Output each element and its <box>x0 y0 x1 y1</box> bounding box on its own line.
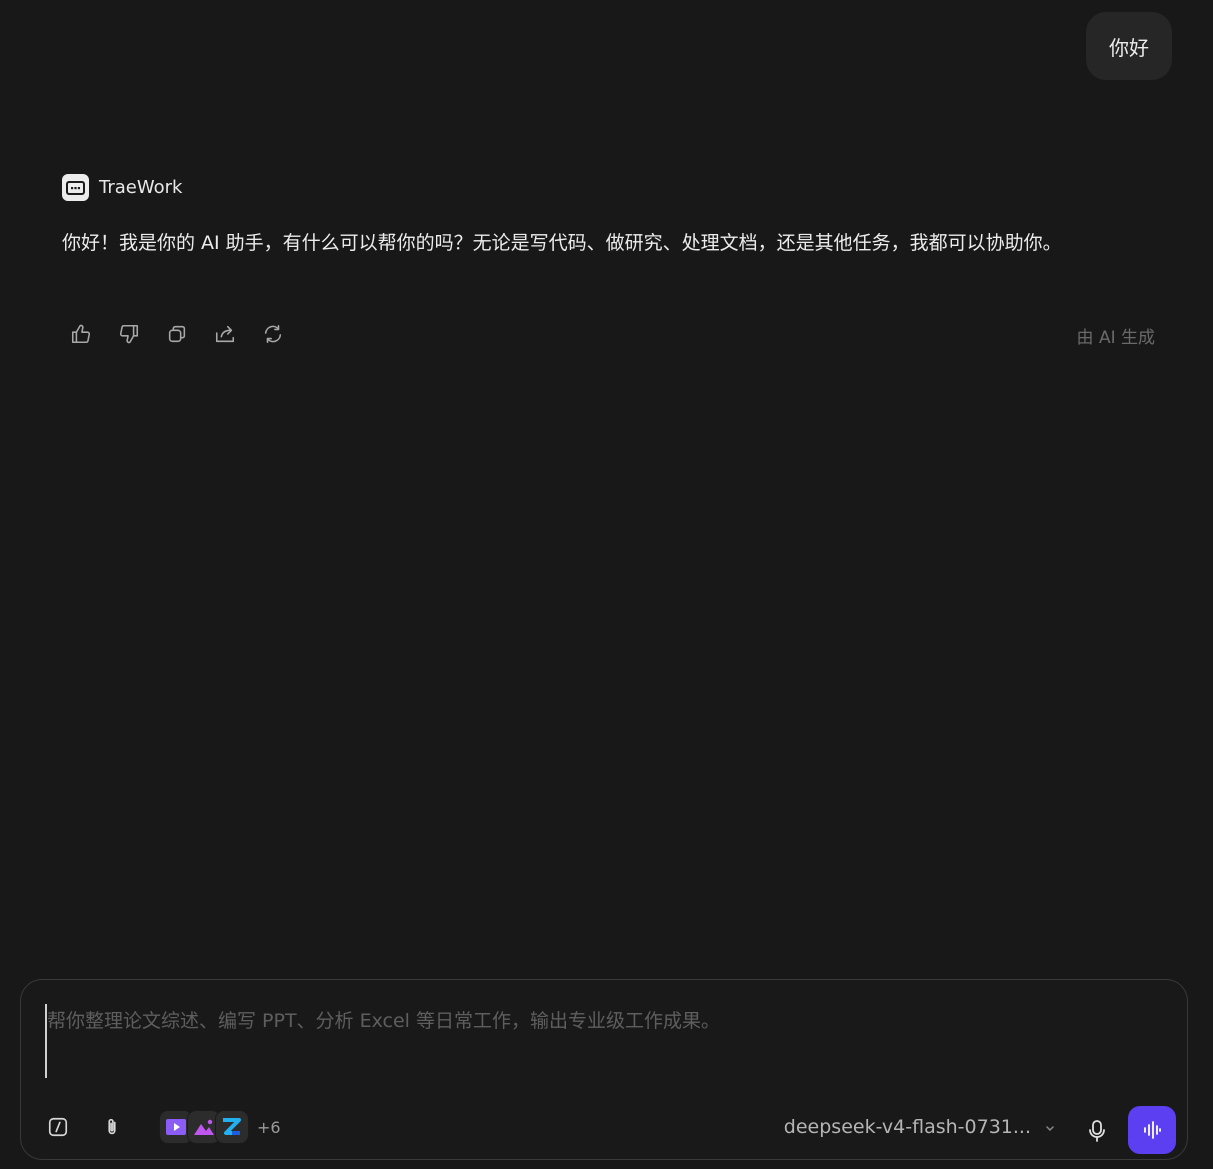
traework-logo-icon <box>62 174 89 201</box>
message-actions <box>70 321 284 347</box>
user-message-bubble: 你好 <box>1086 12 1172 80</box>
copy-icon[interactable] <box>166 321 188 347</box>
thumbs-up-icon[interactable] <box>70 321 92 347</box>
ai-generated-note: 由 AI 生成 <box>1076 328 1155 348</box>
voice-wave-icon[interactable] <box>1128 1106 1176 1154</box>
regenerate-icon[interactable] <box>262 321 284 347</box>
microphone-icon[interactable] <box>1085 1117 1109 1145</box>
chat-page: 你好 TraeWork 你好！我是你的 AI 助手，有什么可以帮你的吗？无论是写… <box>0 0 1213 1169</box>
paperclip-icon[interactable] <box>97 1112 127 1142</box>
composer: +6 deepseek-v4-flash-0731... <box>20 979 1188 1160</box>
share-icon[interactable] <box>214 321 236 347</box>
composer-tools: +6 <box>43 1110 281 1144</box>
slash-command-icon[interactable] <box>43 1112 73 1142</box>
design-app-icon[interactable] <box>215 1110 249 1144</box>
chevron-down-icon <box>1045 1118 1055 1137</box>
assistant-message-text: 你好！我是你的 AI 助手，有什么可以帮你的吗？无论是写代码、做研究、处理文档，… <box>62 232 1062 254</box>
model-selector[interactable]: deepseek-v4-flash-0731... <box>784 1116 1055 1138</box>
assistant-header: TraeWork <box>62 174 182 201</box>
user-message-text: 你好 <box>1109 35 1149 60</box>
model-name: deepseek-v4-flash-0731... <box>783 1116 1031 1138</box>
skill-stack[interactable]: +6 <box>159 1110 281 1144</box>
skills-more-count: +6 <box>257 1117 281 1137</box>
prompt-input[interactable] <box>45 1004 1159 1078</box>
thumbs-down-icon[interactable] <box>118 321 140 347</box>
assistant-name: TraeWork <box>99 177 183 198</box>
